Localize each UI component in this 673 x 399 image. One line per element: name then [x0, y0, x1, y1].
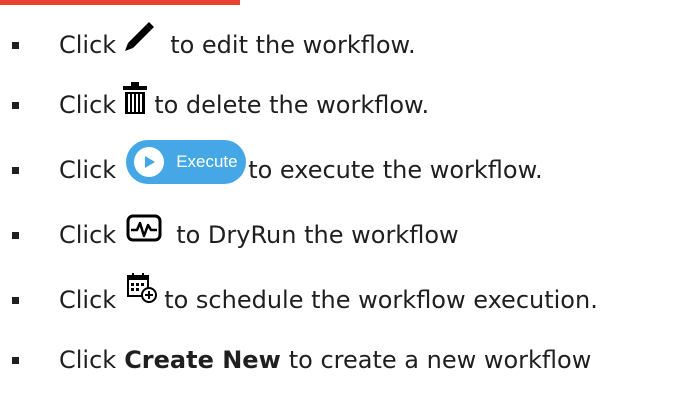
header-accent-rule: [0, 0, 240, 5]
execute-description: to execute the workflow.: [248, 156, 543, 184]
dryrun-description: to DryRun the workflow: [176, 221, 459, 249]
edit-description: to edit the workflow.: [170, 31, 416, 59]
bullet: [12, 101, 19, 109]
bullet: [12, 296, 19, 304]
list-item-schedule: Click to schedule the workflow execution…: [12, 272, 598, 325]
trash-icon[interactable]: [122, 81, 148, 115]
play-icon: [134, 147, 165, 177]
dryrun-monitor-icon[interactable]: [126, 214, 162, 244]
create-new-description: to create a new workflow: [288, 346, 592, 374]
click-text: Click: [59, 91, 117, 119]
bullet: [12, 166, 19, 174]
create-new-label: Create New: [124, 346, 281, 374]
list-item-create-new: Click Create New to create a new workflo…: [12, 335, 591, 385]
list-item-delete: Click to delete the workflow.: [12, 80, 429, 130]
bullet: [12, 356, 19, 364]
execute-button[interactable]: Execute: [126, 140, 247, 184]
bullet: [12, 231, 19, 239]
delete-description: to delete the workflow.: [154, 91, 430, 119]
schedule-calendar-icon[interactable]: [126, 272, 158, 304]
execute-button-label: Execute: [176, 152, 238, 171]
click-text: Click: [59, 156, 117, 184]
list-item-dryrun: Click to DryRun the workflow: [12, 210, 459, 260]
click-text: Click: [59, 286, 117, 314]
bullet: [12, 41, 19, 49]
click-text: Click: [59, 346, 117, 374]
list-item-edit: Click to edit the workflow.: [12, 20, 416, 70]
click-text: Click: [59, 31, 117, 59]
schedule-description: to schedule the workflow execution.: [164, 286, 598, 314]
list-item-execute: Click Execute to execute the workflow.: [12, 140, 543, 200]
click-text: Click: [59, 221, 117, 249]
pencil-icon[interactable]: [122, 19, 156, 53]
